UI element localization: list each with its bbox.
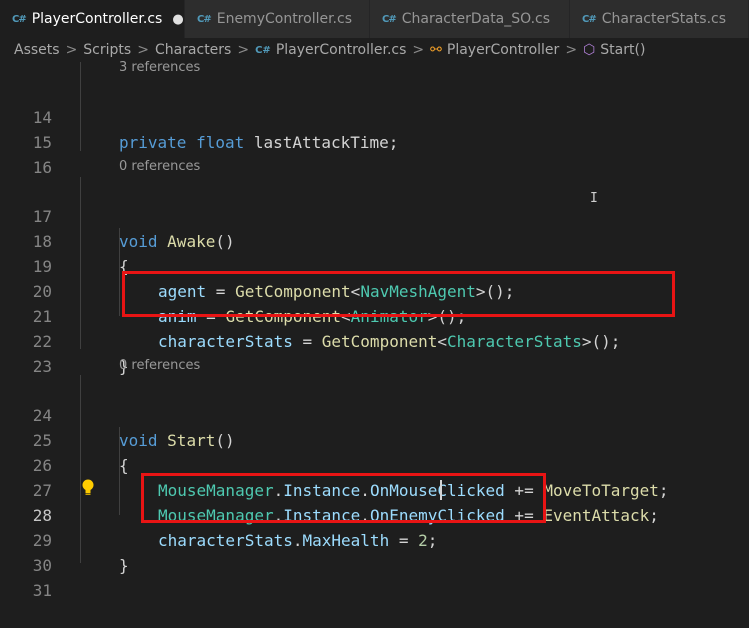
csharp-file-icon: C# (582, 13, 597, 25)
line-number: 31 (32, 581, 52, 600)
class-icon: ⚯ (430, 42, 442, 58)
codelens-references[interactable]: 0 references (119, 356, 200, 376)
breadcrumb-separator: > (237, 42, 250, 58)
code-line-14: 14 private float lastAttackTime; (0, 80, 749, 152)
tab-label: CharacterStats.cs (601, 11, 727, 27)
code-line-30: 30 (0, 528, 749, 575)
code-line-25: 25 { (0, 403, 749, 475)
code-line-17: 17 void Awake() (0, 179, 749, 251)
highlight-box-line-28 (141, 473, 546, 523)
code-line-19: 19 agent = GetComponent<NavMeshAgent>(); (0, 229, 749, 301)
code-line-16: 16 (0, 130, 749, 177)
tab-character-stats[interactable]: C# CharacterStats.cs (570, 0, 749, 38)
line-number: 16 (32, 158, 52, 177)
mouse-ibeam-cursor-icon: I (590, 191, 598, 206)
breadcrumb-characters[interactable]: Characters (155, 42, 231, 58)
csharp-file-icon: C# (382, 13, 397, 25)
highlight-box-line-21 (122, 271, 675, 317)
breadcrumb-separator: > (565, 42, 578, 58)
breadcrumb-scripts[interactable]: Scripts (83, 42, 131, 58)
csharp-file-icon: C# (255, 44, 271, 56)
breadcrumb-separator: > (412, 42, 425, 58)
code-line-26: 26 MouseManager.Instance.OnMouseClicked … (0, 428, 749, 500)
modified-dot-icon[interactable]: ● (172, 12, 183, 27)
line-number: 23 (32, 357, 52, 376)
code-line-15: 15 (0, 105, 749, 152)
codelens-references[interactable]: 0 references (119, 157, 200, 177)
breadcrumb-method[interactable]: Start() (600, 42, 645, 58)
method-icon: ⬡ (583, 42, 596, 58)
breadcrumb-class[interactable]: PlayerController (447, 42, 559, 58)
tab-player-controller[interactable]: C# PlayerController.cs ● (0, 0, 185, 38)
tab-character-data-so[interactable]: C# CharacterData_SO.cs (370, 0, 570, 38)
code-editor[interactable]: 3 references 14 private float lastAttack… (0, 60, 749, 600)
tab-enemy-controller[interactable]: C# EnemyController.cs (185, 0, 370, 38)
editor-tab-bar: C# PlayerController.cs ● C# EnemyControl… (0, 0, 749, 38)
csharp-file-icon: C# (12, 13, 27, 25)
breadcrumb-separator: > (65, 42, 78, 58)
codelens-references[interactable]: 3 references (119, 58, 200, 78)
breadcrumb-file[interactable]: PlayerController.cs (276, 42, 407, 58)
tab-label: CharacterData_SO.cs (401, 11, 551, 27)
csharp-file-icon: C# (197, 13, 212, 25)
breadcrumb: Assets > Scripts > Characters > C# Playe… (0, 38, 749, 62)
code-line-23: 23 (0, 329, 749, 376)
code-line-18: 18 { (0, 204, 749, 276)
code-line-24: 24 void Start() (0, 378, 749, 450)
tab-label: EnemyController.cs (216, 11, 352, 27)
breadcrumb-separator: > (137, 42, 149, 58)
lightbulb-icon[interactable] (81, 479, 95, 497)
code-line-31: 31 (0, 553, 749, 600)
breadcrumb-assets[interactable]: Assets (14, 42, 60, 58)
tab-label: PlayerController.cs (31, 11, 163, 27)
